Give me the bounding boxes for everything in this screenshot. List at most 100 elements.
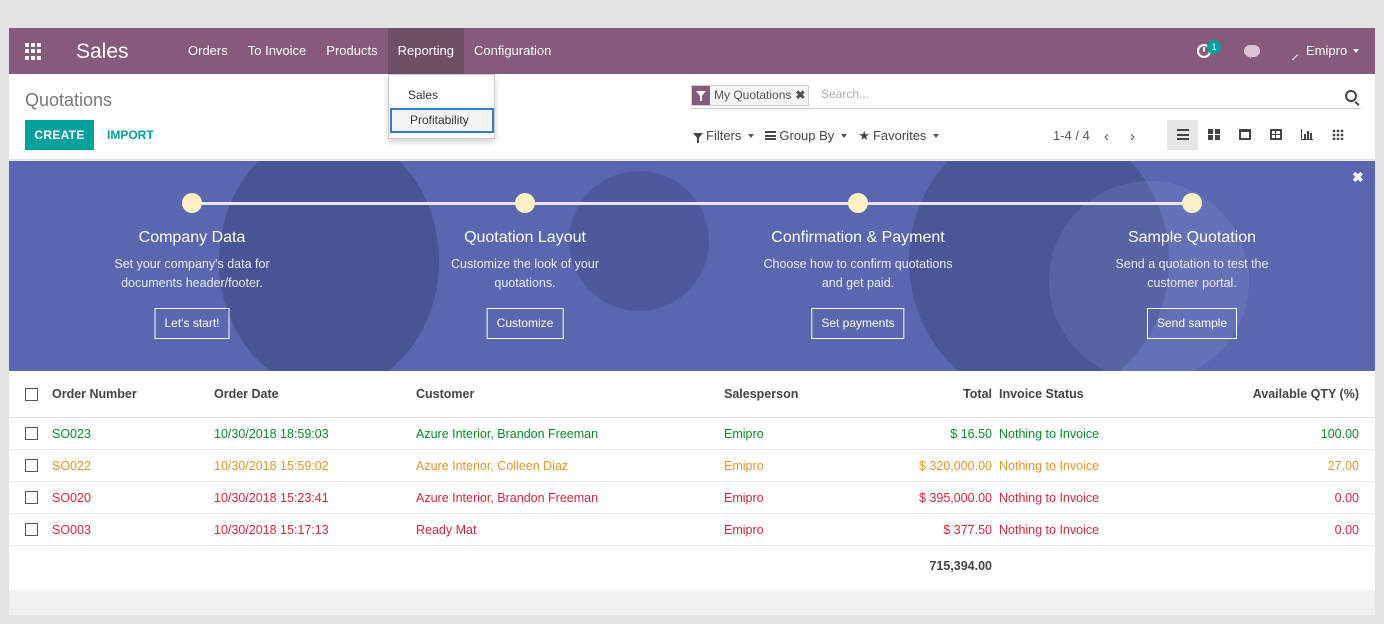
step-description: Set your company's data for documents he…	[114, 257, 270, 290]
invoice-status: Nothing to Invoice	[999, 459, 1100, 473]
table-footer: 715,394.00	[9, 546, 1375, 591]
progress-line	[192, 202, 1192, 205]
list-view-button[interactable]	[1167, 120, 1198, 150]
import-button[interactable]: IMPORT	[107, 120, 154, 150]
filters-dropdown[interactable]: Filters	[693, 128, 755, 143]
chevron-down-icon	[1353, 49, 1359, 53]
menu-products[interactable]: Products	[316, 28, 387, 74]
calendar-view-button[interactable]	[1229, 120, 1260, 150]
activity-count-badge: 1	[1207, 40, 1221, 54]
row-checkbox[interactable]	[25, 459, 38, 472]
breadcrumb: Quotations	[25, 90, 113, 110]
order-date: 10/30/2018 15:17:13	[214, 523, 329, 537]
customer: Ready Mat	[416, 523, 477, 537]
search-input[interactable]	[821, 87, 1321, 101]
total: $ 395,000.00	[919, 491, 992, 505]
column-header-order-date[interactable]: Order Date	[214, 371, 279, 418]
step-title: Company Data	[138, 229, 246, 246]
salesperson: Emipro	[724, 523, 764, 537]
menu-orders[interactable]: Orders	[178, 28, 238, 74]
chevron-left-icon[interactable]: ‹	[1104, 128, 1109, 145]
user-menu[interactable]: Emipro	[1306, 43, 1347, 58]
pager-value[interactable]: 1-4 / 4	[1053, 128, 1090, 143]
customer: Azure Interior, Colleen Diaz	[416, 459, 569, 473]
grid-icon	[1332, 129, 1344, 140]
caret-down-icon	[748, 133, 755, 138]
available-qty: 100.00	[1320, 427, 1359, 441]
salesperson: Emipro	[724, 459, 764, 473]
step-dot	[182, 193, 202, 213]
order-date: 10/30/2018 18:59:03	[214, 427, 329, 441]
favorites-dropdown[interactable]: ★ Favorites	[858, 128, 940, 143]
step-title: Quotation Layout	[464, 229, 586, 246]
dropdown-item-profitability[interactable]: Profitability	[390, 108, 494, 133]
pivot-view-button[interactable]	[1260, 120, 1291, 150]
create-button[interactable]: CREATE	[25, 120, 94, 150]
row-checkbox[interactable]	[25, 523, 38, 536]
filter-icon	[693, 132, 703, 143]
column-header-salesperson[interactable]: Salesperson	[724, 371, 798, 418]
user-avatar-icon[interactable]: ⸝	[1291, 42, 1299, 64]
step-dot	[848, 193, 868, 213]
step-description: Customize the look of your quotations.	[451, 257, 599, 290]
graph-view-button[interactable]	[1291, 120, 1322, 150]
chevron-right-icon[interactable]: ›	[1130, 128, 1135, 145]
chat-icon[interactable]	[1244, 45, 1260, 59]
select-all-checkbox[interactable]	[25, 388, 38, 401]
menu-reporting[interactable]: Reporting	[387, 28, 464, 74]
salesperson: Emipro	[724, 427, 764, 441]
activity-view-button[interactable]	[1322, 120, 1353, 150]
search-bar: My Quotations ✖	[691, 84, 1361, 109]
row-checkbox[interactable]	[25, 491, 38, 504]
dropdown-item-sales[interactable]: Sales	[389, 88, 494, 102]
set-payments-button[interactable]: Set payments	[811, 308, 905, 339]
groupby-dropdown[interactable]: Group By	[765, 128, 848, 143]
filter-icon	[692, 86, 710, 105]
row-checkbox[interactable]	[25, 427, 38, 440]
remove-facet-icon[interactable]: ✖	[795, 86, 808, 105]
page-bottom	[9, 590, 1375, 615]
salesperson: Emipro	[724, 491, 764, 505]
table-row[interactable]: SO003 10/30/2018 15:17:13 Ready Mat Emip…	[9, 514, 1375, 546]
close-icon[interactable]: ✖	[1352, 169, 1364, 186]
column-header-customer[interactable]: Customer	[416, 371, 474, 418]
groupby-label: Group By	[779, 128, 835, 143]
table-row[interactable]: SO020 10/30/2018 15:23:41 Azure Interior…	[9, 482, 1375, 514]
column-header-order-number[interactable]: Order Number	[52, 371, 137, 418]
invoice-status: Nothing to Invoice	[999, 427, 1100, 441]
order-number: SO020	[52, 491, 91, 505]
search-icon[interactable]	[1345, 90, 1357, 102]
step-title: Sample Quotation	[1127, 229, 1257, 246]
kanban-view-button[interactable]	[1198, 120, 1229, 150]
lets-start-button[interactable]: Let's start!	[154, 308, 230, 339]
table-row[interactable]: SO022 10/30/2018 15:59:02 Azure Interior…	[9, 450, 1375, 482]
order-number: SO022	[52, 459, 91, 473]
caret-down-icon	[933, 133, 940, 138]
total: $ 16.50	[950, 427, 992, 441]
apps-menu-icon[interactable]	[25, 43, 42, 60]
column-header-available-qty[interactable]: Available QTY (%)	[1253, 371, 1359, 418]
total: $ 320,000.00	[919, 459, 992, 473]
search-facet[interactable]: My Quotations ✖	[691, 85, 810, 106]
order-date: 10/30/2018 15:59:02	[214, 459, 329, 473]
column-header-total[interactable]: Total	[963, 371, 992, 418]
top-menu: Orders To Invoice Products Reporting Con…	[178, 28, 561, 74]
menu-configuration[interactable]: Configuration	[464, 28, 561, 74]
customize-button[interactable]: Customize	[486, 308, 564, 339]
onboarding-banner: ✖ Company Data Set your company's data f…	[9, 161, 1375, 371]
app-window: Sales Orders To Invoice Products Reporti…	[9, 28, 1375, 615]
caret-down-icon	[841, 133, 848, 138]
app-title: Sales	[76, 40, 129, 63]
facet-label: My Quotations	[714, 88, 792, 102]
total: $ 377.50	[943, 523, 992, 537]
table-row[interactable]: SO023 10/30/2018 18:59:03 Azure Interior…	[9, 418, 1375, 450]
step-description: Send a quotation to test the customer po…	[1115, 257, 1269, 290]
step-title: Confirmation & Payment	[771, 229, 945, 246]
order-date: 10/30/2018 15:23:41	[214, 491, 329, 505]
send-sample-button[interactable]: Send sample	[1146, 308, 1238, 339]
column-header-invoice-status[interactable]: Invoice Status	[999, 371, 1084, 418]
bar-chart-icon	[1301, 129, 1313, 140]
menu-to-invoice[interactable]: To Invoice	[238, 28, 317, 74]
view-switcher	[1167, 120, 1353, 150]
reporting-dropdown: Sales Profitability	[388, 74, 495, 139]
